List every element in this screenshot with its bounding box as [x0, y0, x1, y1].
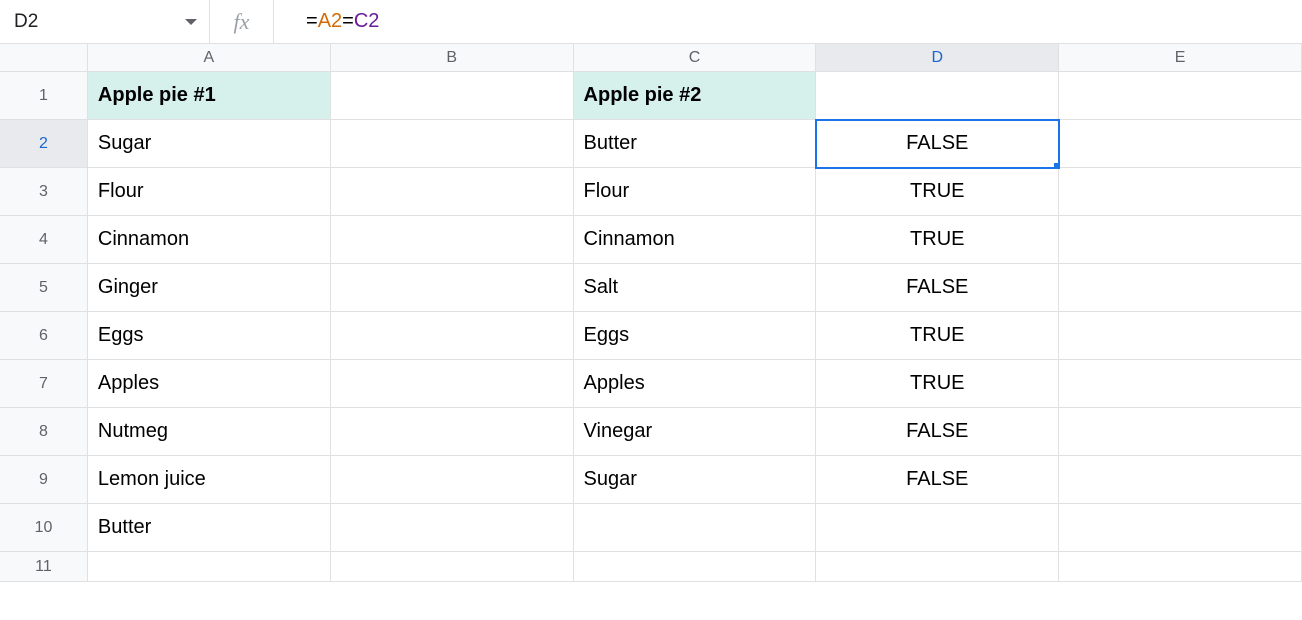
cell-A9[interactable]: Lemon juice — [88, 456, 331, 504]
cell-B11[interactable] — [331, 552, 574, 582]
row-9: 9 Lemon juice Sugar FALSE — [0, 456, 1302, 504]
cell-D5[interactable]: FALSE — [816, 264, 1059, 312]
cell-D2[interactable]: FALSE — [816, 120, 1059, 168]
cell-E4[interactable] — [1059, 216, 1302, 264]
cell-A5[interactable]: Ginger — [88, 264, 331, 312]
cell-A3[interactable]: Flour — [88, 168, 331, 216]
cell-E1[interactable] — [1059, 72, 1302, 120]
row-header-3[interactable]: 3 — [0, 168, 88, 216]
cell-C1[interactable]: Apple pie #2 — [574, 72, 817, 120]
cell-D9[interactable]: FALSE — [816, 456, 1059, 504]
cell-E10[interactable] — [1059, 504, 1302, 552]
cell-E3[interactable] — [1059, 168, 1302, 216]
cell-D6[interactable]: TRUE — [816, 312, 1059, 360]
cell-B3[interactable] — [331, 168, 574, 216]
cell-D4[interactable]: TRUE — [816, 216, 1059, 264]
select-all-corner[interactable] — [0, 44, 88, 72]
row-header-6[interactable]: 6 — [0, 312, 88, 360]
fx-icon[interactable]: fx — [210, 0, 274, 43]
row-header-1[interactable]: 1 — [0, 72, 88, 120]
cell-C7[interactable]: Apples — [574, 360, 817, 408]
cell-E6[interactable] — [1059, 312, 1302, 360]
cell-D10[interactable] — [816, 504, 1059, 552]
name-box[interactable]: D2 — [0, 0, 210, 43]
cell-A6[interactable]: Eggs — [88, 312, 331, 360]
formula-ref-c2: C2 — [354, 10, 380, 33]
cell-C8[interactable]: Vinegar — [574, 408, 817, 456]
cell-A7[interactable]: Apples — [88, 360, 331, 408]
cell-C11[interactable] — [574, 552, 817, 582]
cell-A2[interactable]: Sugar — [88, 120, 331, 168]
formula-operator: = — [342, 10, 354, 33]
cell-E7[interactable] — [1059, 360, 1302, 408]
cell-B2[interactable] — [331, 120, 574, 168]
formula-equals: = — [306, 10, 318, 33]
cell-E9[interactable] — [1059, 456, 1302, 504]
col-header-A[interactable]: A — [88, 44, 331, 72]
row-header-9[interactable]: 9 — [0, 456, 88, 504]
cell-D3[interactable]: TRUE — [816, 168, 1059, 216]
cell-E11[interactable] — [1059, 552, 1302, 582]
col-header-D[interactable]: D — [816, 44, 1059, 72]
row-1: 1 Apple pie #1 Apple pie #2 — [0, 72, 1302, 120]
cell-C5[interactable]: Salt — [574, 264, 817, 312]
row-header-2[interactable]: 2 — [0, 120, 88, 168]
row-11: 11 — [0, 552, 1302, 582]
row-4: 4 Cinnamon Cinnamon TRUE — [0, 216, 1302, 264]
cell-D1[interactable] — [816, 72, 1059, 120]
row-10: 10 Butter — [0, 504, 1302, 552]
cell-B9[interactable] — [331, 456, 574, 504]
spreadsheet-grid[interactable]: A B C D E 1 Apple pie #1 Apple pie #2 2 … — [0, 44, 1302, 582]
cell-C10[interactable] — [574, 504, 817, 552]
cell-C6[interactable]: Eggs — [574, 312, 817, 360]
cell-B4[interactable] — [331, 216, 574, 264]
cell-B10[interactable] — [331, 504, 574, 552]
row-5: 5 Ginger Salt FALSE — [0, 264, 1302, 312]
cell-B5[interactable] — [331, 264, 574, 312]
row-header-8[interactable]: 8 — [0, 408, 88, 456]
cell-B1[interactable] — [331, 72, 574, 120]
cell-C3[interactable]: Flour — [574, 168, 817, 216]
cell-D8[interactable]: FALSE — [816, 408, 1059, 456]
formula-ref-a2: A2 — [318, 10, 342, 33]
row-3: 3 Flour Flour TRUE — [0, 168, 1302, 216]
row-header-10[interactable]: 10 — [0, 504, 88, 552]
cell-D7[interactable]: TRUE — [816, 360, 1059, 408]
cell-B7[interactable] — [331, 360, 574, 408]
formula-input[interactable]: =A2=C2 — [274, 0, 1302, 43]
formula-bar: D2 fx =A2=C2 — [0, 0, 1302, 44]
cell-B6[interactable] — [331, 312, 574, 360]
chevron-down-icon[interactable] — [185, 19, 197, 25]
col-header-B[interactable]: B — [331, 44, 574, 72]
cell-A11[interactable] — [88, 552, 331, 582]
cell-A8[interactable]: Nutmeg — [88, 408, 331, 456]
cell-A10[interactable]: Butter — [88, 504, 331, 552]
cell-C4[interactable]: Cinnamon — [574, 216, 817, 264]
col-header-C[interactable]: C — [574, 44, 817, 72]
cell-E5[interactable] — [1059, 264, 1302, 312]
row-7: 7 Apples Apples TRUE — [0, 360, 1302, 408]
column-header-row: A B C D E — [0, 44, 1302, 72]
cell-D11[interactable] — [816, 552, 1059, 582]
row-header-4[interactable]: 4 — [0, 216, 88, 264]
row-header-5[interactable]: 5 — [0, 264, 88, 312]
row-6: 6 Eggs Eggs TRUE — [0, 312, 1302, 360]
col-header-E[interactable]: E — [1059, 44, 1302, 72]
cell-C2[interactable]: Butter — [574, 120, 817, 168]
cell-A1[interactable]: Apple pie #1 — [88, 72, 331, 120]
row-2: 2 Sugar Butter FALSE — [0, 120, 1302, 168]
name-box-value: D2 — [14, 11, 185, 33]
row-header-11[interactable]: 11 — [0, 552, 88, 582]
cell-A4[interactable]: Cinnamon — [88, 216, 331, 264]
cell-C9[interactable]: Sugar — [574, 456, 817, 504]
cell-B8[interactable] — [331, 408, 574, 456]
row-8: 8 Nutmeg Vinegar FALSE — [0, 408, 1302, 456]
cell-E8[interactable] — [1059, 408, 1302, 456]
cell-E2[interactable] — [1059, 120, 1302, 168]
row-header-7[interactable]: 7 — [0, 360, 88, 408]
